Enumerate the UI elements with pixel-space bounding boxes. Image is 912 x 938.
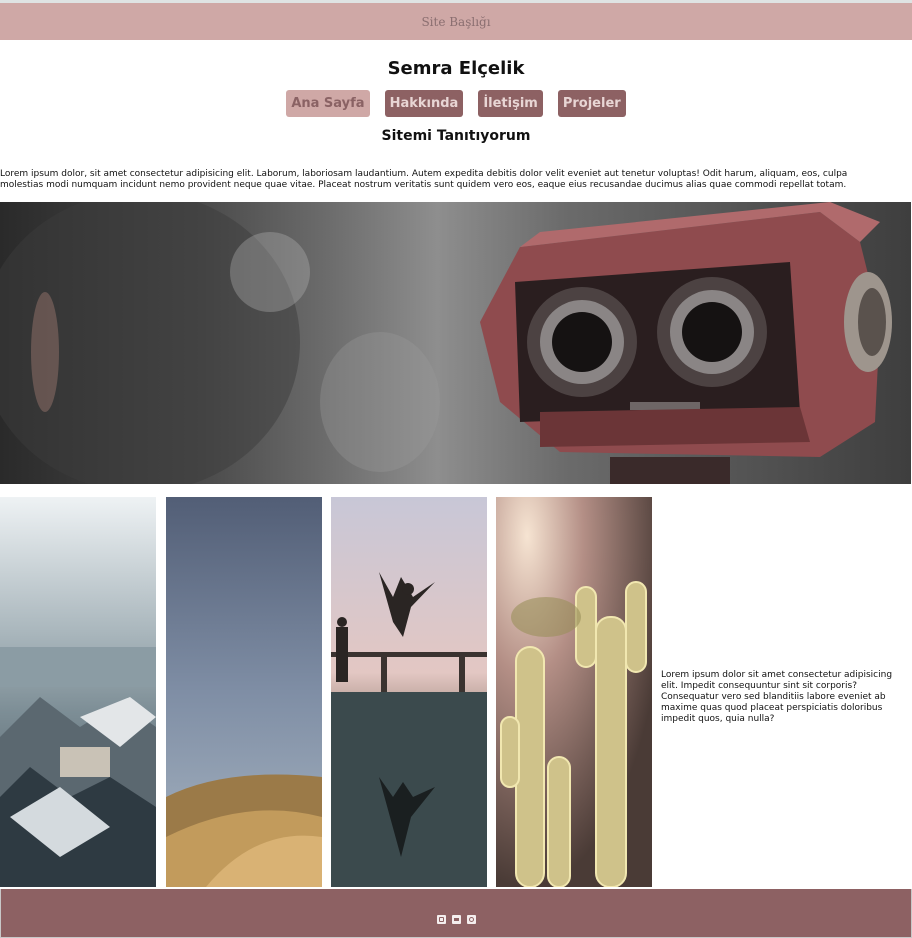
twitter-icon[interactable]	[451, 914, 461, 924]
gallery-photo-city	[0, 497, 156, 887]
nav-about[interactable]: Hakkında	[384, 90, 464, 117]
site-header: Site Başlığı	[0, 0, 912, 40]
nav-projects[interactable]: Projeler	[557, 90, 626, 117]
site-title: Site Başlığı	[421, 14, 491, 29]
site-footer	[0, 889, 912, 938]
gallery-side-text: Lorem ipsum dolor sit amet consectetur a…	[661, 670, 893, 724]
hero-image	[0, 202, 911, 484]
nav-home[interactable]: Ana Sayfa	[286, 90, 370, 117]
section-subtitle: Sitemi Tanıtıyorum	[381, 128, 531, 144]
profile-name: Semra Elçelik	[387, 58, 525, 79]
photo-gallery: Lorem ipsum dolor sit amet consectetur a…	[0, 497, 912, 887]
gallery-photo-cactus	[496, 497, 652, 887]
gallery-photo-desert	[166, 497, 322, 887]
other-social-icon[interactable]	[466, 914, 476, 924]
gallery-photo-jump	[331, 497, 487, 887]
main-nav: Ana Sayfa Hakkında İletişim Projeler	[0, 90, 912, 117]
instagram-icon[interactable]	[436, 914, 446, 924]
intro-paragraph: Lorem ipsum dolor, sit amet consectetur …	[0, 169, 848, 190]
nav-contact[interactable]: İletişim	[478, 90, 543, 117]
robot-binoculars-illustration	[0, 202, 892, 484]
